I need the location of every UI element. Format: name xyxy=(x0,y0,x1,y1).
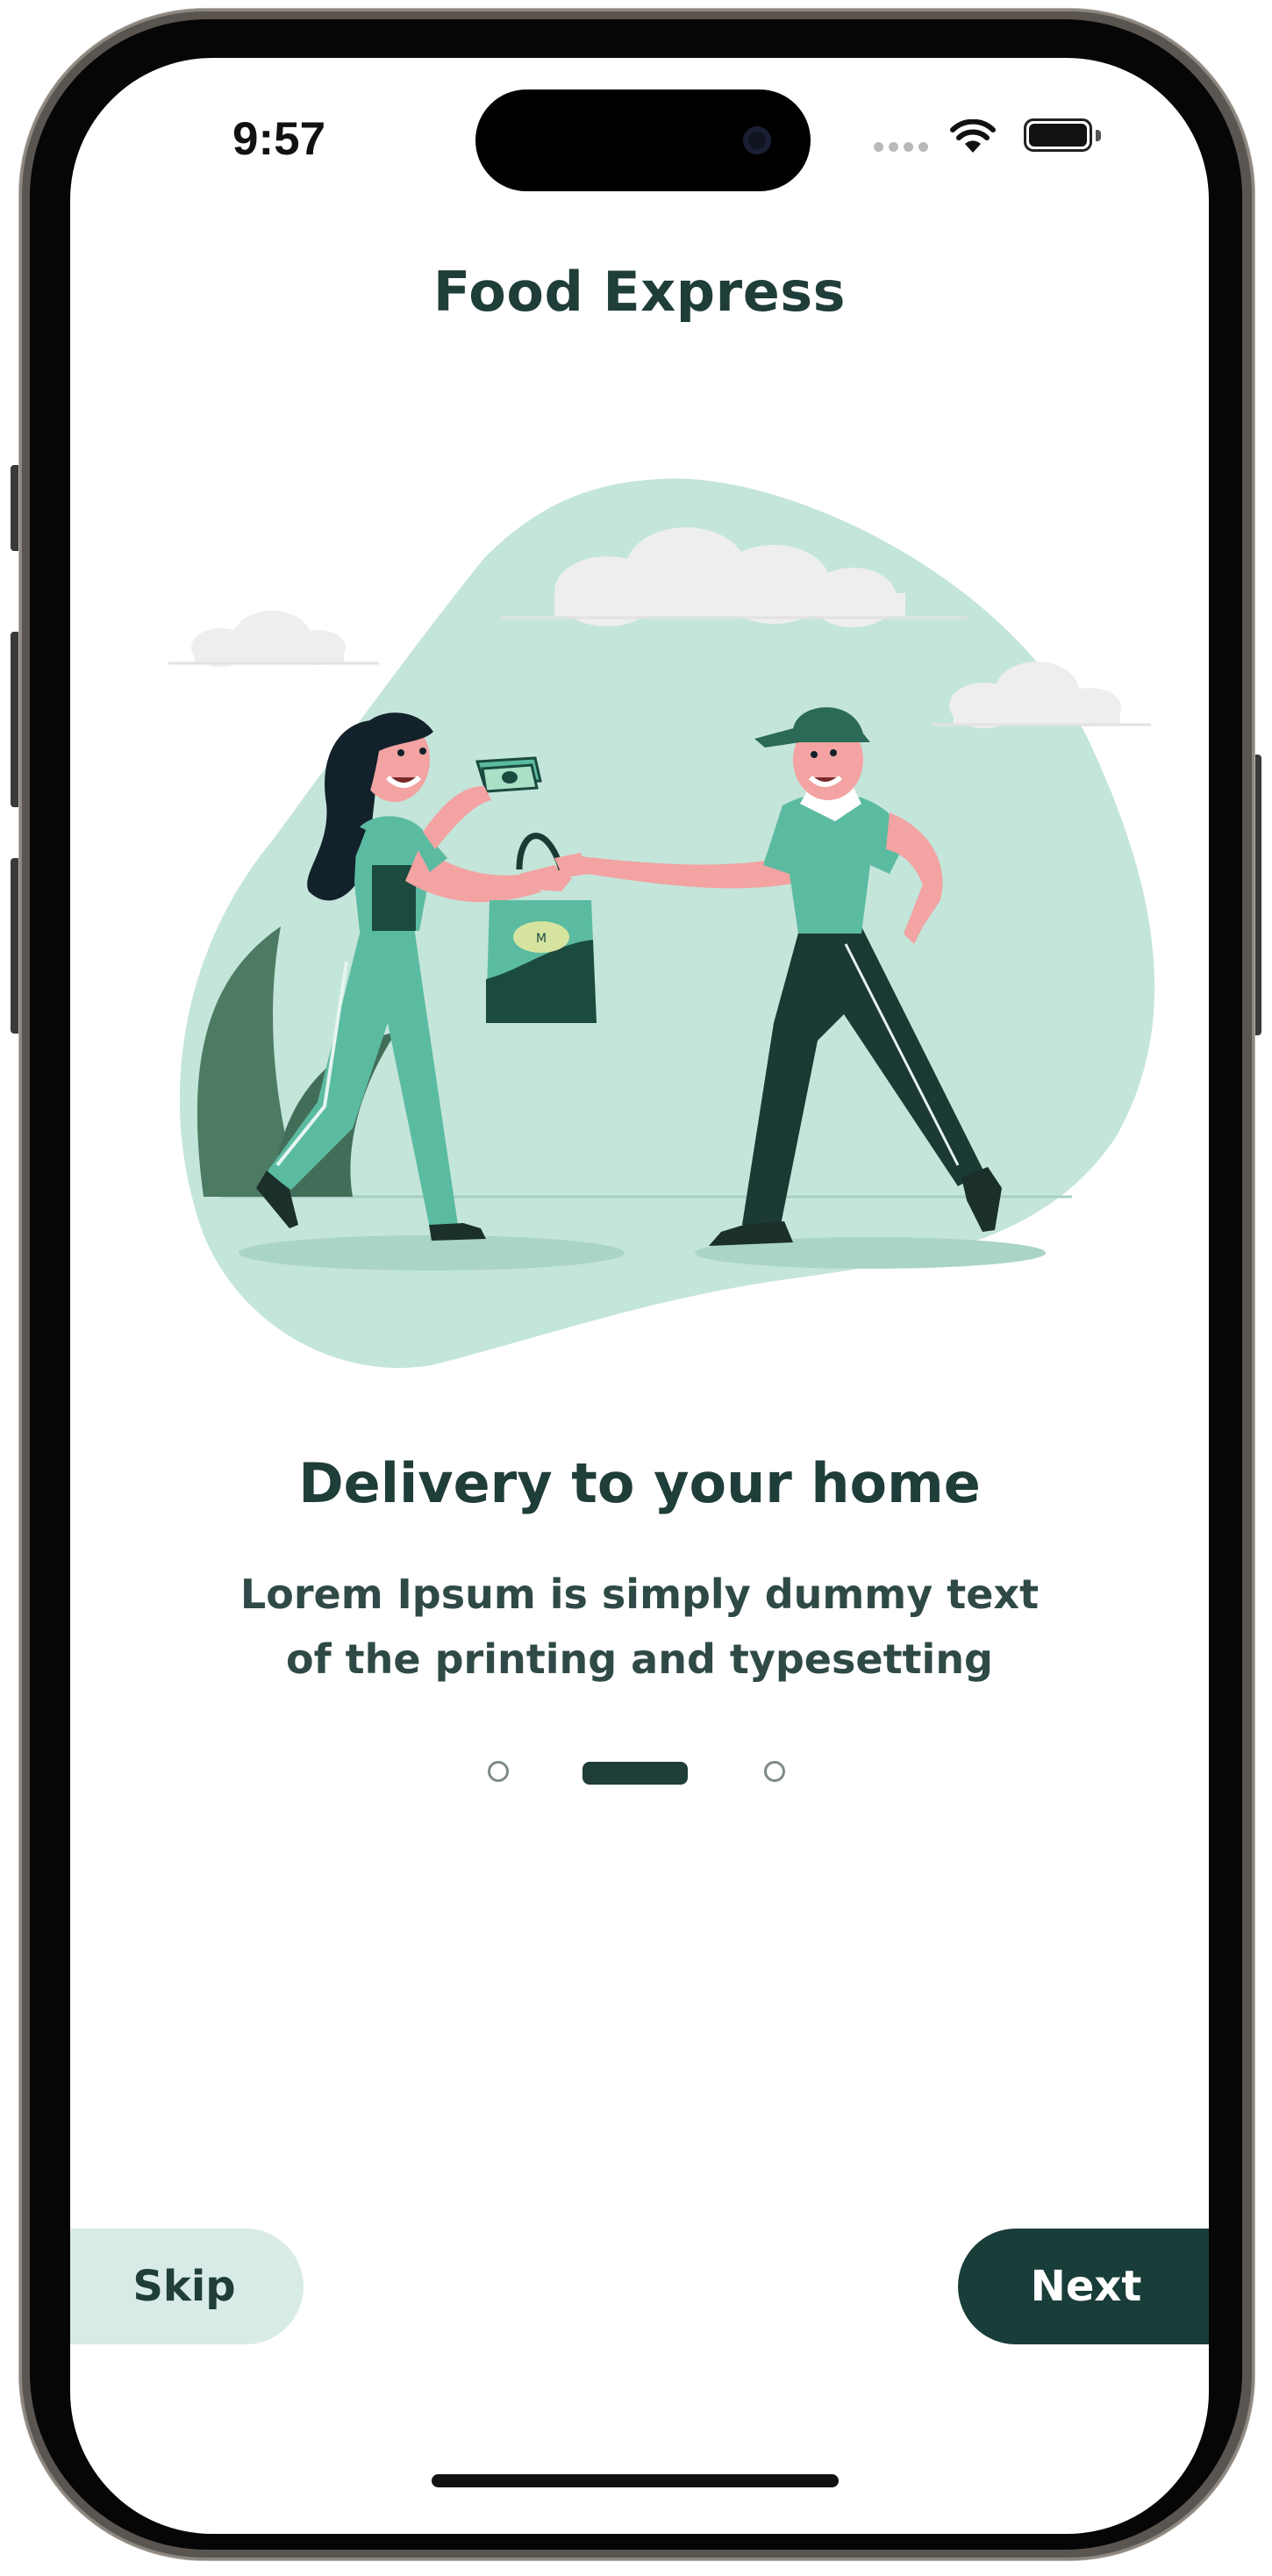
description-line-1: Lorem Ipsum is simply dummy text xyxy=(239,1571,1040,1618)
next-button[interactable]: Next xyxy=(958,2229,1209,2344)
page-dot-2-active[interactable] xyxy=(582,1762,688,1785)
status-time: 9:57 xyxy=(232,113,326,165)
app-screen: 9:57 Food Express M Delivery to your hom… xyxy=(70,58,1209,2534)
delivery-illustration: M xyxy=(168,478,1155,1369)
page-dot-3[interactable] xyxy=(764,1761,785,1782)
front-camera-icon xyxy=(743,126,771,154)
onboarding-description: Lorem Ipsum is simply dummy text of the … xyxy=(202,1562,1077,1693)
battery-icon xyxy=(1024,118,1104,157)
dynamic-island xyxy=(475,89,811,191)
skip-button[interactable]: Skip xyxy=(70,2229,304,2344)
cellular-signal-icon xyxy=(874,142,935,154)
home-indicator[interactable] xyxy=(432,2474,839,2487)
app-title: Food Express xyxy=(432,260,847,324)
page-dot-1[interactable] xyxy=(488,1761,509,1782)
wifi-icon xyxy=(950,119,996,153)
description-line-2: of the printing and typesetting xyxy=(286,1635,993,1683)
cloud-icon xyxy=(168,611,379,667)
svg-text:M: M xyxy=(536,932,547,946)
onboarding-heading: Delivery to your home xyxy=(298,1451,981,1515)
